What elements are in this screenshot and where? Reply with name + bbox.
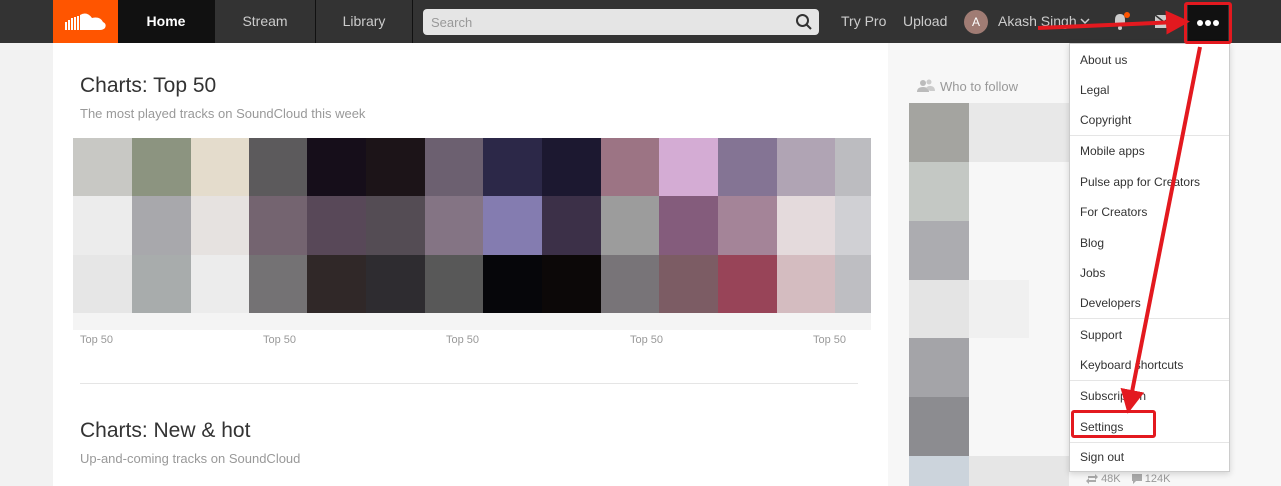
annotation-arrows [1037, 10, 1202, 414]
arrow-to-settings [1120, 46, 1202, 414]
arrow-to-more-button [1037, 10, 1190, 35]
